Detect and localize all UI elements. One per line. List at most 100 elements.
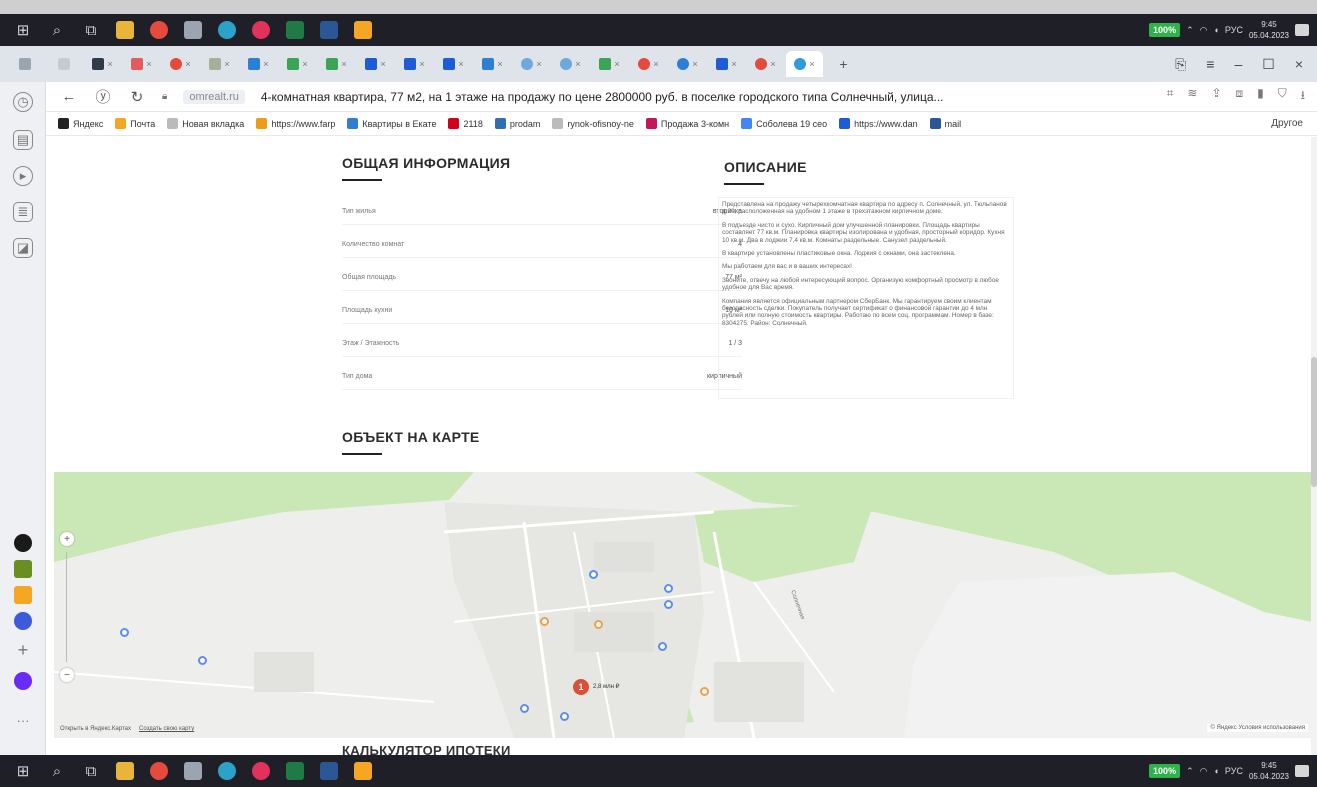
zoom-in-button[interactable]: + xyxy=(60,532,74,546)
app-orange-icon[interactable] xyxy=(348,758,378,784)
volume-icon[interactable]: ◖ xyxy=(1213,766,1218,776)
bookmark-item[interactable]: Продажа 3-комн xyxy=(645,118,729,129)
search-icon[interactable]: ⌕ xyxy=(42,758,72,784)
download-icon[interactable]: ⭳ xyxy=(1301,86,1305,107)
close-icon[interactable]: × xyxy=(653,59,658,69)
bookmark-item[interactable]: rynok-ofisnoy-ne xyxy=(552,118,634,129)
ya-icon[interactable]: ⓨ xyxy=(94,86,112,107)
map-poi[interactable] xyxy=(540,617,549,626)
bookmark-item[interactable]: https://www.dan xyxy=(839,118,918,129)
tab-8[interactable]: × xyxy=(279,51,316,77)
tab-16[interactable]: × xyxy=(591,51,628,77)
map-poi[interactable] xyxy=(594,620,603,629)
tab-18[interactable]: × xyxy=(669,51,706,77)
reader-icon[interactable]: ⌗ xyxy=(1167,86,1174,107)
battery-indicator[interactable]: 100% xyxy=(1149,23,1181,37)
language-indicator[interactable]: РУС xyxy=(1225,766,1243,776)
volume-icon[interactable]: ◖ xyxy=(1213,25,1218,35)
close-icon[interactable]: × xyxy=(341,59,346,69)
back-icon[interactable]: ← xyxy=(60,88,78,105)
bookmark-item[interactable]: mail xyxy=(929,118,961,129)
map-poi[interactable] xyxy=(198,656,207,665)
tray-arrow-icon[interactable]: ⌃ xyxy=(1186,766,1194,777)
tab-19[interactable]: × xyxy=(708,51,745,77)
windows-start-icon[interactable]: ⊞ xyxy=(8,17,38,43)
close-icon[interactable]: × xyxy=(575,59,580,69)
share-icon[interactable]: ⇪ xyxy=(1211,86,1221,107)
open-in-yandex-maps-link[interactable]: Открыть в Яндекс.Картах xyxy=(60,726,131,732)
map-poi[interactable] xyxy=(700,687,709,696)
notification-icon[interactable] xyxy=(1295,765,1309,777)
bookmark-page-icon[interactable]: ▮ xyxy=(1257,86,1264,107)
notification-icon[interactable] xyxy=(1295,24,1309,36)
close-window-icon[interactable]: × xyxy=(1295,56,1303,73)
tab-17[interactable]: × xyxy=(630,51,667,77)
map-copyright[interactable]: © Яндекс Условия использования xyxy=(1207,724,1308,732)
close-icon[interactable]: × xyxy=(185,59,190,69)
close-icon[interactable]: × xyxy=(107,59,112,69)
close-icon[interactable]: × xyxy=(536,59,541,69)
file-explorer-icon[interactable] xyxy=(110,17,140,43)
excel-icon[interactable] xyxy=(280,758,310,784)
reload-icon[interactable]: ↻ xyxy=(128,88,146,106)
tab-9[interactable]: × xyxy=(318,51,355,77)
tab-3[interactable]: × xyxy=(84,51,121,77)
extension-icon[interactable]: ⧈ xyxy=(1236,86,1244,107)
word-icon[interactable] xyxy=(314,758,344,784)
bookmarks-other[interactable]: Другое xyxy=(1271,118,1317,129)
yandex-map[interactable]: + − 1 2,8 млн ₽ Солнечная Открыть в Янде… xyxy=(54,472,1312,738)
more-icon[interactable]: ··· xyxy=(13,710,33,730)
close-icon[interactable]: × xyxy=(146,59,151,69)
property-pin[interactable]: 1 xyxy=(573,679,589,695)
map-poi[interactable] xyxy=(120,628,129,637)
task-view-icon[interactable]: ⧉ xyxy=(76,758,106,784)
edge-icon[interactable] xyxy=(212,758,242,784)
tab-2[interactable] xyxy=(45,51,82,77)
tab-5[interactable]: × xyxy=(162,51,199,77)
close-icon[interactable]: × xyxy=(419,59,424,69)
battery-indicator[interactable]: 100% xyxy=(1149,764,1181,778)
tab-4[interactable]: × xyxy=(123,51,160,77)
app-mail-icon[interactable] xyxy=(14,586,32,604)
close-icon[interactable]: × xyxy=(731,59,736,69)
screenshot-icon[interactable]: ◪ xyxy=(13,238,33,258)
tab-12[interactable]: × xyxy=(435,51,472,77)
bookmark-item[interactable]: Яндекс xyxy=(58,118,103,129)
map-poi[interactable] xyxy=(664,600,673,609)
app-icon[interactable] xyxy=(178,758,208,784)
add-panel-icon[interactable]: + xyxy=(13,640,33,660)
zoom-slider[interactable] xyxy=(66,552,67,662)
close-icon[interactable]: × xyxy=(770,59,775,69)
scrollbar-thumb[interactable] xyxy=(1311,357,1317,487)
bookmark-item[interactable]: Соболева 19 сео xyxy=(741,118,827,129)
close-icon[interactable]: × xyxy=(497,59,502,69)
url-domain[interactable]: omrealt.ru xyxy=(183,89,245,104)
app-blue-icon[interactable] xyxy=(14,612,32,630)
close-icon[interactable]: × xyxy=(380,59,385,69)
minimize-icon[interactable]: – xyxy=(1234,56,1242,73)
excel-icon[interactable] xyxy=(280,17,310,43)
maximize-icon[interactable]: ☐ xyxy=(1262,56,1275,73)
yandex-browser-icon[interactable] xyxy=(144,758,174,784)
opera-icon[interactable] xyxy=(246,17,276,43)
page-scrollbar[interactable] xyxy=(1311,137,1317,755)
bookmark-item[interactable]: prodam xyxy=(494,118,540,129)
map-poi[interactable] xyxy=(560,712,569,721)
map-poi[interactable] xyxy=(664,584,673,593)
history-icon[interactable]: ◷ xyxy=(13,92,33,112)
close-icon[interactable]: × xyxy=(224,59,229,69)
alice-icon[interactable] xyxy=(14,534,32,552)
tab-active[interactable]: × xyxy=(786,51,823,77)
task-view-icon[interactable]: ⧉ xyxy=(76,17,106,43)
word-icon[interactable] xyxy=(314,17,344,43)
tab-1[interactable] xyxy=(6,51,43,77)
zoom-out-button[interactable]: − xyxy=(60,668,74,682)
tab-15[interactable]: × xyxy=(552,51,589,77)
bookmark-item[interactable]: https://www.farp xyxy=(256,118,335,129)
wifi-icon[interactable]: ◠ xyxy=(1200,25,1208,36)
windows-start-icon[interactable]: ⊞ xyxy=(8,758,38,784)
tab-7[interactable]: × xyxy=(240,51,277,77)
edge-icon[interactable] xyxy=(212,17,242,43)
clock[interactable]: 9:45 05.04.2023 xyxy=(1249,760,1289,782)
bookmark-item[interactable]: Новая вкладка xyxy=(167,118,244,129)
